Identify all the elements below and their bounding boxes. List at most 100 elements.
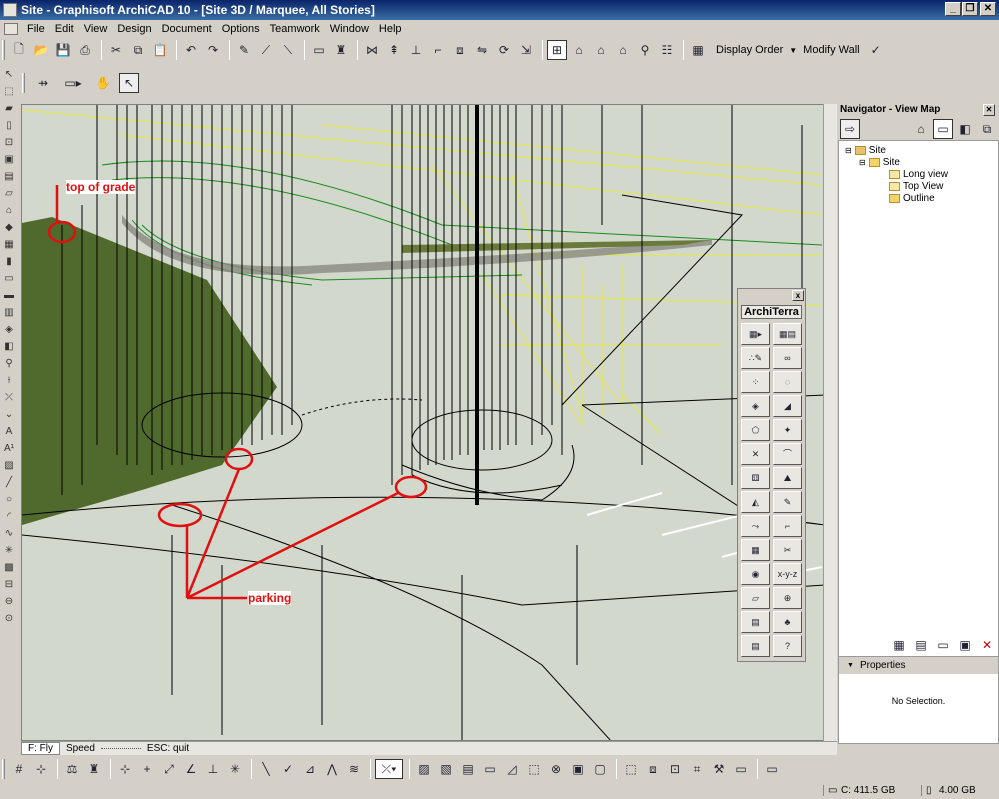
modify-wall-dropdown[interactable]: Modify Wall: [797, 44, 865, 56]
contour-lines-icon[interactable]: ◌: [773, 371, 802, 393]
vertical-scrollbar[interactable]: [823, 104, 837, 741]
lamp-tool-icon[interactable]: ◈: [0, 321, 18, 338]
stretch-icon[interactable]: ⇲: [516, 40, 536, 60]
window-tool-icon[interactable]: ⊡: [0, 134, 18, 151]
menu-edit[interactable]: Edit: [50, 23, 79, 35]
trace-icon[interactable]: ▭: [309, 40, 329, 60]
new-icon[interactable]: 🗋: [9, 40, 29, 60]
3d-view-icon[interactable]: ⊞: [547, 40, 567, 60]
worksheet-icon[interactable]: ☷: [657, 40, 677, 60]
restore-button[interactable]: ❐: [962, 2, 978, 16]
excavate-icon[interactable]: ◭: [741, 491, 770, 513]
cut-fill-icon[interactable]: ◢: [773, 395, 802, 417]
minimize-button[interactable]: _: [945, 2, 961, 16]
pointer-tool-icon[interactable]: ↖: [119, 73, 139, 93]
scatter-points-icon[interactable]: ∴✎: [741, 347, 770, 369]
geometry-method-icon[interactable]: ⇸: [29, 73, 57, 93]
circle-tool-icon[interactable]: ○: [0, 491, 18, 508]
fill-tool-icon[interactable]: ▨: [0, 457, 18, 474]
globe-icon[interactable]: ⊗: [546, 759, 566, 779]
text-tool-icon[interactable]: A: [0, 423, 18, 440]
frame-icon[interactable]: ▭: [731, 759, 751, 779]
new-folder-icon[interactable]: ▭: [933, 635, 953, 655]
camera-tool-icon[interactable]: ⚲: [0, 355, 18, 372]
view-map-icon[interactable]: ▭: [933, 119, 953, 139]
gravity-icon[interactable]: ⚖: [62, 759, 82, 779]
zone-tool-icon[interactable]: ◧: [0, 338, 18, 355]
arc-tool-icon[interactable]: ◜: [0, 508, 18, 525]
mirror-icon[interactable]: ⇋: [472, 40, 492, 60]
eyedropper-icon[interactable]: ⟋: [256, 40, 276, 60]
marquee-shape-icon[interactable]: ▭▸: [59, 73, 87, 93]
menu-help[interactable]: Help: [374, 23, 407, 35]
toolbar-grip[interactable]: [2, 40, 5, 60]
document-icon[interactable]: ▤: [741, 635, 770, 657]
collapse-icon[interactable]: ▼: [847, 662, 854, 669]
checkmark-icon[interactable]: ✓: [866, 40, 886, 60]
detail-icon[interactable]: ⚲: [635, 40, 655, 60]
syringe-icon[interactable]: ⟍: [278, 40, 298, 60]
snap-point-icon[interactable]: ⊿: [300, 759, 320, 779]
trace-ref-icon[interactable]: ⊹: [31, 759, 51, 779]
check-line-icon[interactable]: ✓: [278, 759, 298, 779]
tree-node-top-view[interactable]: Top View: [889, 181, 943, 192]
terrain-edit-icon[interactable]: ⛰: [773, 467, 802, 489]
figure-tool-icon[interactable]: ▩: [0, 559, 18, 576]
layout-book-icon[interactable]: ◧: [955, 119, 975, 139]
copy-icon[interactable]: ⧉: [128, 40, 148, 60]
elevation-tool-icon[interactable]: ⊖: [0, 593, 18, 610]
intersect-icon[interactable]: ⊥: [406, 40, 426, 60]
speed-slider[interactable]: [100, 748, 141, 749]
perpendicular-icon[interactable]: ⊥: [203, 759, 223, 779]
print-icon[interactable]: ⎙: [75, 40, 95, 60]
split-icon[interactable]: ⋈: [362, 40, 382, 60]
select-icon[interactable]: ⬚: [621, 759, 641, 779]
area-icon[interactable]: ▱: [741, 587, 770, 609]
roof-icon[interactable]: ◿: [502, 759, 522, 779]
project-map-icon[interactable]: ⌂: [911, 119, 931, 139]
calculator-icon[interactable]: ▦: [741, 539, 770, 561]
guide-icon[interactable]: ⤢: [159, 759, 179, 779]
shell-tool-icon[interactable]: ◆: [0, 219, 18, 236]
pencil-terrain-icon[interactable]: ✎: [773, 491, 802, 513]
navigator-close-icon[interactable]: ✕: [983, 104, 995, 116]
pad-icon[interactable]: ◈: [741, 395, 770, 417]
lock-icon[interactable]: ▣: [568, 759, 588, 779]
hammer-icon[interactable]: ⚒: [709, 759, 729, 779]
tree-node-outline[interactable]: Outline: [889, 193, 935, 204]
random-icon[interactable]: ⚅: [741, 467, 770, 489]
navigator-mode-icon[interactable]: ⇨: [840, 119, 860, 139]
slab-tool-icon[interactable]: ▱: [0, 185, 18, 202]
wall-icon[interactable]: ▭: [480, 759, 500, 779]
fillet-icon[interactable]: ⌐: [428, 40, 448, 60]
arrow-tool-icon[interactable]: ↖: [0, 66, 18, 83]
stairs-icon[interactable]: ⌐: [773, 515, 802, 537]
clone-folder-icon[interactable]: ▤: [911, 635, 931, 655]
line-tool-icon[interactable]: ╱: [0, 474, 18, 491]
hand-icon[interactable]: ✋: [89, 73, 117, 93]
boundary-icon[interactable]: ⬠: [741, 419, 770, 441]
new-view-icon[interactable]: ▦: [889, 635, 909, 655]
menu-options[interactable]: Options: [217, 23, 265, 35]
walk-icon[interactable]: ✦: [773, 419, 802, 441]
road-icon[interactable]: ✕: [741, 443, 770, 465]
crop-icon[interactable]: ⧈: [643, 759, 663, 779]
offset-icon[interactable]: ⧈: [450, 40, 470, 60]
path-icon[interactable]: ⤳: [741, 515, 770, 537]
zoom-icon[interactable]: ⊡: [665, 759, 685, 779]
tree-icon[interactable]: ♣: [773, 611, 802, 633]
export-icon[interactable]: ▤: [741, 611, 770, 633]
stair-tool-icon[interactable]: ▭: [0, 270, 18, 287]
suspend-groups-icon[interactable]: ⤫▾: [375, 759, 403, 779]
publisher-icon[interactable]: ⧉: [977, 119, 997, 139]
delete-icon[interactable]: ✕: [977, 635, 997, 655]
hatch-icon[interactable]: ▧: [436, 759, 456, 779]
wall-tool-icon[interactable]: ▰: [0, 100, 18, 117]
object-tool-icon[interactable]: ▥: [0, 304, 18, 321]
origin-icon[interactable]: ⊕: [773, 587, 802, 609]
menu-view[interactable]: View: [79, 23, 113, 35]
view-terrain-icon[interactable]: ◉: [741, 563, 770, 585]
cube-icon[interactable]: ⬚: [524, 759, 544, 779]
railing-tool-icon[interactable]: ▬: [0, 287, 18, 304]
curtain-wall-icon[interactable]: ▮: [0, 253, 18, 270]
